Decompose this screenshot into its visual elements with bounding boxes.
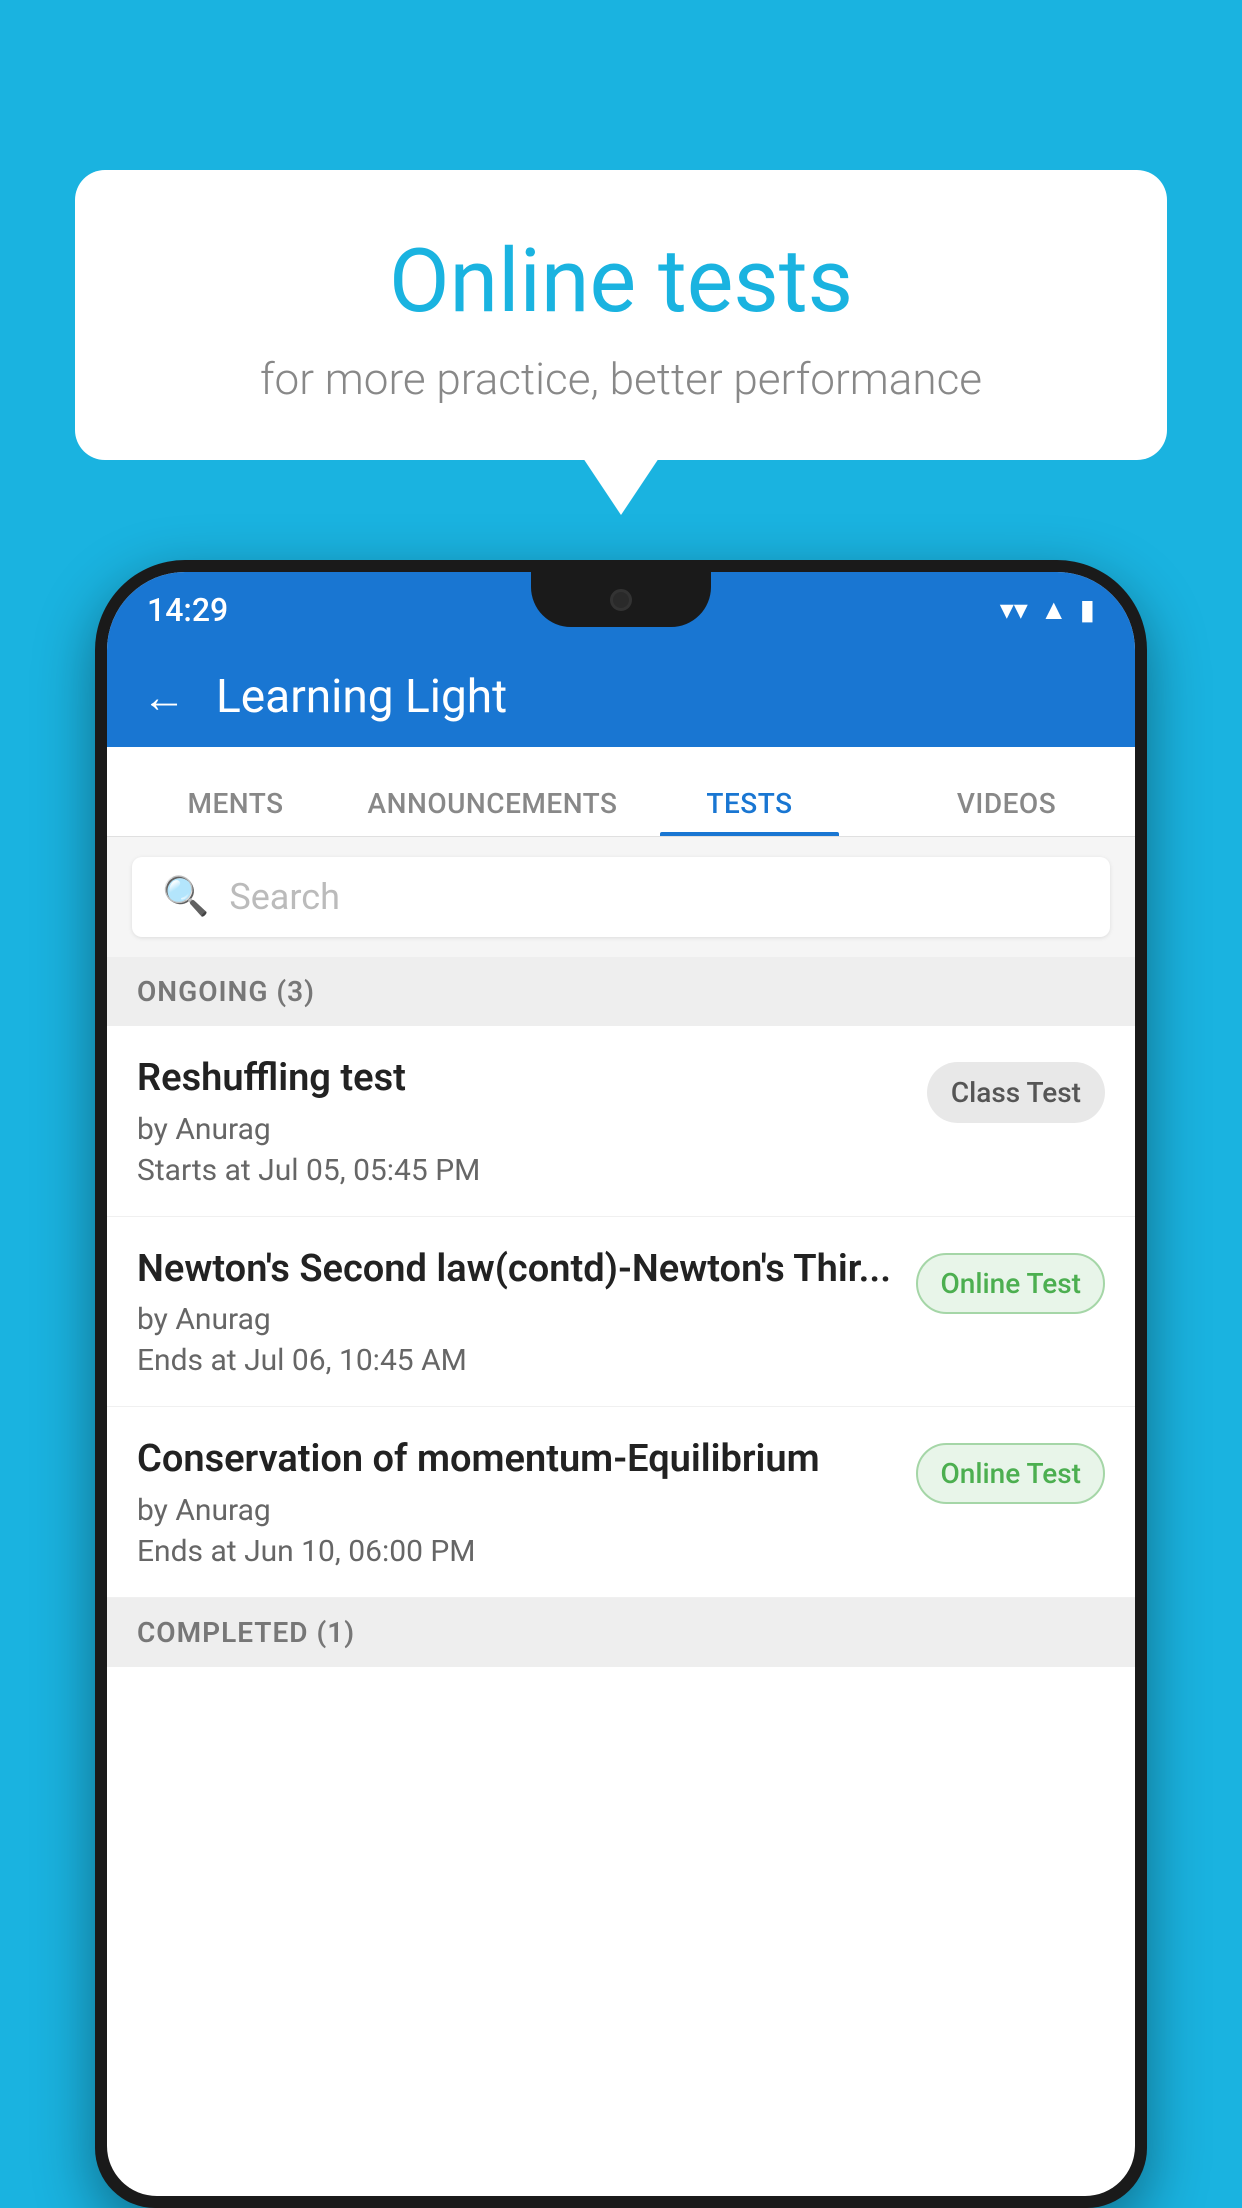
status-bar: 14:29 ▾▾ ▲ ▮ (107, 572, 1135, 647)
test-badge-1: Class Test (927, 1062, 1105, 1123)
phone-frame: 14:29 ▾▾ ▲ ▮ ← Learning Light MENTS ANNO… (95, 560, 1147, 2208)
status-icons: ▾▾ ▲ ▮ (1000, 593, 1095, 626)
tab-videos[interactable]: VIDEOS (878, 787, 1135, 836)
search-input[interactable]: Search (229, 876, 340, 918)
test-time-3: Ends at Jun 10, 06:00 PM (137, 1534, 896, 1569)
phone-screen: 14:29 ▾▾ ▲ ▮ ← Learning Light MENTS ANNO… (107, 572, 1135, 2196)
test-item-1[interactable]: Reshuffling test by Anurag Starts at Jul… (107, 1026, 1135, 1217)
test-info-1: Reshuffling test by Anurag Starts at Jul… (137, 1056, 907, 1188)
test-item-2[interactable]: Newton's Second law(contd)-Newton's Thir… (107, 1217, 1135, 1408)
battery-icon: ▮ (1080, 593, 1095, 626)
notch (531, 572, 711, 627)
tab-tests[interactable]: TESTS (621, 787, 878, 836)
test-badge-3: Online Test (916, 1443, 1105, 1504)
test-by-3: by Anurag (137, 1493, 896, 1528)
app-header: ← Learning Light (107, 647, 1135, 747)
camera (610, 589, 632, 611)
test-name-3: Conservation of momentum-Equilibrium (137, 1437, 896, 1483)
test-time-1: Starts at Jul 05, 05:45 PM (137, 1153, 907, 1188)
test-item-3[interactable]: Conservation of momentum-Equilibrium by … (107, 1407, 1135, 1598)
test-name-1: Reshuffling test (137, 1056, 907, 1102)
test-list: Reshuffling test by Anurag Starts at Jul… (107, 1026, 1135, 1598)
completed-section-header: COMPLETED (1) (107, 1598, 1135, 1667)
search-bar[interactable]: 🔍 Search (132, 857, 1110, 937)
back-button[interactable]: ← (142, 671, 186, 723)
tab-announcements[interactable]: ANNOUNCEMENTS (364, 787, 621, 836)
tab-ments[interactable]: MENTS (107, 787, 364, 836)
bubble-title: Online tests (125, 230, 1117, 333)
search-icon: 🔍 (162, 875, 209, 919)
ongoing-section-header: ONGOING (3) (107, 957, 1135, 1026)
test-time-2: Ends at Jul 06, 10:45 AM (137, 1343, 896, 1378)
test-info-2: Newton's Second law(contd)-Newton's Thir… (137, 1247, 896, 1379)
wifi-icon: ▾▾ (1000, 593, 1028, 626)
app-title: Learning Light (216, 670, 507, 724)
status-time: 14:29 (147, 591, 228, 629)
test-badge-2: Online Test (916, 1253, 1105, 1314)
bubble-subtitle: for more practice, better performance (125, 353, 1117, 405)
search-container: 🔍 Search (107, 837, 1135, 957)
tab-bar: MENTS ANNOUNCEMENTS TESTS VIDEOS (107, 747, 1135, 837)
test-info-3: Conservation of momentum-Equilibrium by … (137, 1437, 896, 1569)
test-by-1: by Anurag (137, 1112, 907, 1147)
test-name-2: Newton's Second law(contd)-Newton's Thir… (137, 1247, 896, 1293)
test-by-2: by Anurag (137, 1302, 896, 1337)
signal-icon: ▲ (1040, 593, 1068, 626)
speech-bubble: Online tests for more practice, better p… (75, 170, 1167, 460)
